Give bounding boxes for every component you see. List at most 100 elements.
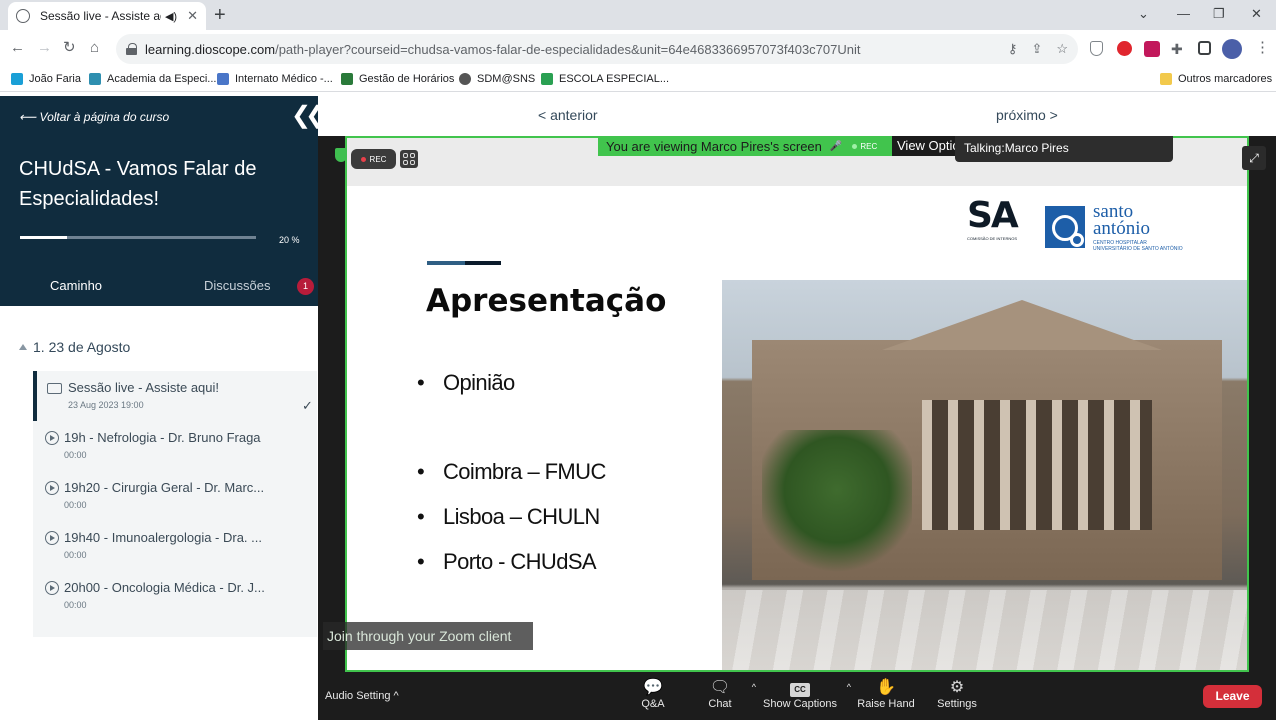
- bookmark-item[interactable]: SDM@SNS: [459, 73, 535, 85]
- logo-name-line1: santo: [1093, 200, 1134, 222]
- active-tab-indicator: [40, 300, 120, 303]
- lesson-title: 19h40 - Imunoalergologia - Dra. ...: [64, 530, 262, 545]
- cc-label: CC: [790, 683, 810, 697]
- live-session-icon: [47, 383, 62, 394]
- gallery-view-icon[interactable]: [400, 150, 418, 168]
- chat-button[interactable]: 🗨 ^ Chat: [680, 678, 760, 710]
- settings-label: Settings: [937, 698, 977, 710]
- lesson-item-active[interactable]: Sessão live - Assiste aqui! 23 Aug 2023 …: [33, 371, 317, 421]
- lesson-item[interactable]: 19h20 - Cirurgia Geral - Dr. Marc... 00:…: [33, 471, 317, 521]
- course-sidebar: ⟵ Voltar à página do curso ❮❮ CHUdSA - V…: [0, 96, 325, 720]
- tab-close-icon[interactable]: ✕: [187, 8, 198, 24]
- photo-palm-tree: [762, 430, 912, 580]
- profile-avatar[interactable]: [1222, 39, 1242, 59]
- lesson-duration: 00:00: [64, 450, 87, 460]
- banner-rec-label: REC: [860, 141, 878, 151]
- collapse-triangle-icon: [19, 344, 27, 350]
- lesson-item[interactable]: 19h40 - Imunoalergologia - Dra. ... 00:0…: [33, 521, 317, 571]
- bookmark-item[interactable]: João Faria: [11, 73, 81, 85]
- extension-icon[interactable]: [1144, 41, 1160, 57]
- bookmark-item[interactable]: ESCOLA ESPECIAL...: [541, 73, 669, 85]
- audio-playing-icon[interactable]: ◀): [165, 10, 177, 23]
- side-panel-icon[interactable]: [1198, 41, 1211, 55]
- tab-caminho[interactable]: Caminho: [50, 278, 102, 293]
- lesson-duration: 00:00: [64, 600, 87, 610]
- menu-kebab-icon[interactable]: ⋮: [1255, 39, 1270, 57]
- bookmarks-bar: João Faria Academia da Especi... Interna…: [0, 68, 1276, 92]
- lesson-date: 23 Aug 2023 19:00: [68, 400, 144, 410]
- home-icon[interactable]: ⌂: [90, 39, 99, 57]
- lesson-item[interactable]: 19h - Nefrologia - Dr. Bruno Fraga 00:00: [33, 421, 317, 471]
- previous-unit-link[interactable]: < anterior: [538, 107, 598, 123]
- next-unit-link[interactable]: próximo >: [996, 107, 1058, 123]
- settings-button[interactable]: ⚙ Settings: [917, 678, 997, 710]
- player-area: < anterior próximo > SA COMISSÃO DE INTE…: [318, 96, 1276, 720]
- section-title: 1. 23 de Agosto: [33, 339, 131, 355]
- bookmark-star-icon[interactable]: ☆: [1056, 41, 1068, 57]
- site-favicon-icon: [16, 9, 30, 23]
- bookmark-label: Academia da Especi...: [107, 73, 217, 85]
- santo-antonio-mark-icon: [1045, 206, 1085, 248]
- back-to-course-link[interactable]: ⟵ Voltar à página do curso: [19, 110, 169, 124]
- bookmark-item[interactable]: Academia da Especi...: [89, 73, 216, 85]
- address-bar[interactable]: learning.dioscope.com/path-player?course…: [116, 34, 1078, 64]
- show-captions-button[interactable]: CC ^ Show Captions: [755, 678, 851, 710]
- leave-button[interactable]: Leave: [1203, 685, 1262, 708]
- browser-tab[interactable]: Sessão live - Assiste aqui! ◀) ✕: [8, 2, 206, 30]
- bookmark-item[interactable]: Gestão de Horários: [341, 73, 454, 85]
- key-icon[interactable]: ⚷: [1008, 41, 1018, 57]
- play-circle-icon: [45, 481, 59, 495]
- bookmark-label: Internato Médico -...: [235, 73, 333, 85]
- bookmark-label: Gestão de Horários: [359, 73, 455, 85]
- lesson-title: 19h - Nefrologia - Dr. Bruno Fraga: [64, 430, 261, 445]
- other-bookmarks[interactable]: Outros marcadores: [1160, 73, 1272, 85]
- share-icon[interactable]: ⇪: [1031, 41, 1042, 57]
- logo-sa-caption: COMISSÃO DE INTERNOS: [967, 236, 1018, 241]
- lesson-duration: 00:00: [64, 550, 87, 560]
- play-circle-icon: [45, 531, 59, 545]
- url-host: learning.dioscope.com: [145, 41, 276, 57]
- url-path: /path-player?courseid=chudsa-vamos-falar…: [275, 41, 861, 57]
- minimize-button[interactable]: —: [1177, 6, 1190, 21]
- bookmark-item[interactable]: Internato Médico -...: [217, 73, 333, 85]
- section-header[interactable]: 1. 23 de Agosto: [19, 339, 130, 355]
- bookmark-icon: [341, 73, 353, 85]
- back-icon[interactable]: ←: [10, 39, 25, 57]
- close-window-button[interactable]: ✕: [1251, 6, 1262, 22]
- course-title: CHUdSA - Vamos Falar de Especialidades!: [19, 158, 257, 210]
- tab-search-icon[interactable]: ⌄: [1138, 6, 1149, 22]
- progress-bar: [20, 236, 256, 239]
- collapse-sidebar-icon[interactable]: ❮❮: [291, 104, 325, 128]
- bullet-item: Lisboa – CHULN: [417, 504, 600, 530]
- lesson-list: Sessão live - Assiste aqui! 23 Aug 2023 …: [33, 371, 317, 637]
- captions-icon: CC: [755, 678, 845, 698]
- join-zoom-client-link[interactable]: Join through your Zoom client: [323, 622, 533, 650]
- captions-label: Show Captions: [763, 698, 837, 710]
- zoom-meeting-view: SA COMISSÃO DE INTERNOS santo antónio CE…: [318, 136, 1276, 672]
- new-tab-button[interactable]: +: [214, 4, 226, 26]
- tab-discussoes[interactable]: Discussões: [204, 278, 270, 293]
- play-circle-icon: [45, 581, 59, 595]
- hand-icon: ✋: [876, 679, 896, 696]
- comissao-internos-logo: SA COMISSÃO DE INTERNOS: [967, 196, 1019, 266]
- raise-hand-button[interactable]: ✋ Raise Hand: [846, 678, 926, 710]
- bookmark-label: SDM@SNS: [477, 73, 536, 85]
- view-options-button[interactable]: View Options: [892, 136, 956, 156]
- puzzle-extensions-icon[interactable]: ✚: [1171, 40, 1183, 58]
- encryption-shield-icon[interactable]: [335, 148, 347, 162]
- reload-icon[interactable]: ↻: [63, 39, 76, 57]
- rec-dot-icon: [360, 156, 366, 162]
- maximize-button[interactable]: ❐: [1213, 6, 1225, 22]
- forward-icon[interactable]: →: [37, 39, 52, 57]
- chat-icon: 🗨: [709, 679, 731, 696]
- lesson-title: 20h00 - Oncologia Médica - Dr. J...: [64, 580, 265, 595]
- fullscreen-expand-icon[interactable]: ⤢: [1242, 146, 1266, 170]
- folder-icon: [1160, 73, 1172, 85]
- hospital-building-photo: [722, 280, 1247, 670]
- extension-shield-icon[interactable]: [1090, 41, 1103, 56]
- play-circle-icon: [45, 431, 59, 445]
- shared-slide: SA COMISSÃO DE INTERNOS santo antónio CE…: [347, 138, 1247, 670]
- lesson-item[interactable]: 20h00 - Oncologia Médica - Dr. J... 00:0…: [33, 571, 317, 621]
- opera-extension-icon[interactable]: [1117, 41, 1132, 56]
- audio-setting-button[interactable]: Audio Setting ^: [325, 690, 399, 702]
